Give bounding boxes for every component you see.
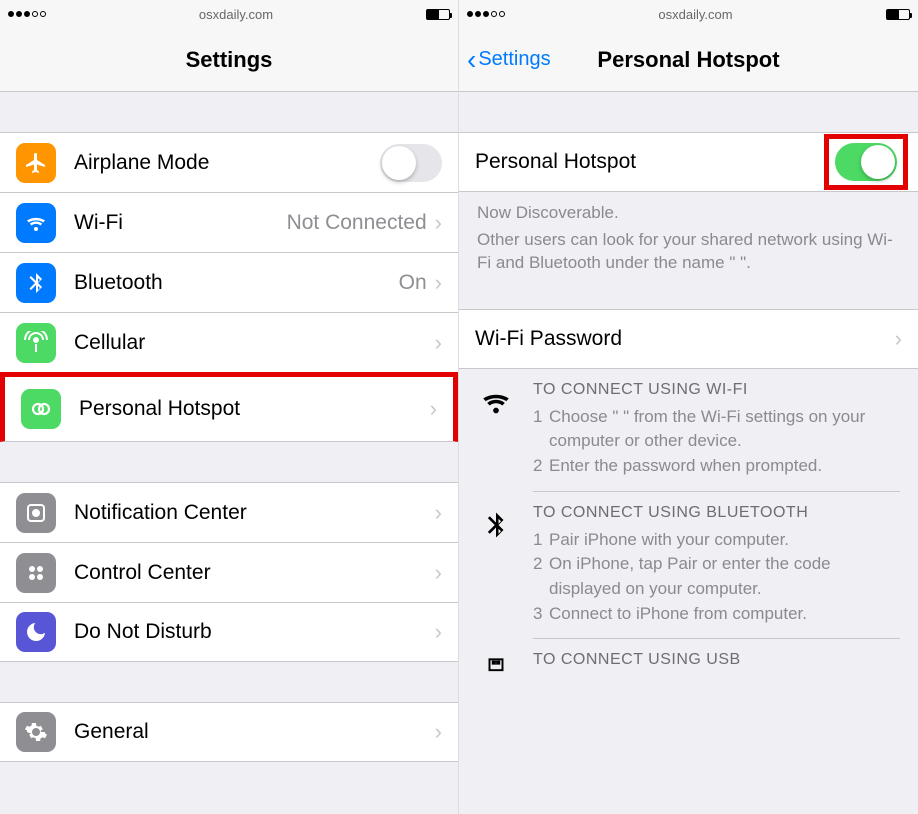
nav-bar: ‹ Settings Personal Hotspot xyxy=(459,28,918,92)
row-label: Cellular xyxy=(74,331,435,355)
row-label: Personal Hotspot xyxy=(475,150,824,174)
row-label: Notification Center xyxy=(74,501,435,525)
chevron-right-icon: › xyxy=(435,330,442,356)
row-label: Airplane Mode xyxy=(74,151,380,175)
chevron-right-icon: › xyxy=(435,270,442,296)
wifi-icon xyxy=(16,203,56,243)
phone-right-hotspot: osxdaily.com ‹ Settings Personal Hotspot… xyxy=(459,0,918,814)
row-label: Control Center xyxy=(74,561,435,585)
gear-icon xyxy=(16,712,56,752)
signal-indicator xyxy=(8,11,46,17)
instr-title: TO CONNECT USING WI-FI xyxy=(533,381,900,399)
battery-icon xyxy=(426,9,450,20)
chevron-right-icon: › xyxy=(435,210,442,236)
row-label: Personal Hotspot xyxy=(79,397,430,421)
chevron-right-icon: › xyxy=(435,560,442,586)
signal-indicator xyxy=(467,11,505,17)
row-do-not-disturb[interactable]: Do Not Disturb › xyxy=(0,602,458,662)
bluetooth-icon xyxy=(477,504,515,627)
control-center-icon xyxy=(16,553,56,593)
battery-icon xyxy=(886,9,910,20)
phone-left-settings: osxdaily.com Settings Airplane Mode Wi-F… xyxy=(0,0,459,814)
airplane-icon xyxy=(16,143,56,183)
instr-title: TO CONNECT USING BLUETOOTH xyxy=(533,504,900,522)
row-airplane-mode[interactable]: Airplane Mode xyxy=(0,132,458,192)
row-cellular[interactable]: Cellular › xyxy=(0,312,458,372)
chevron-right-icon: › xyxy=(895,326,902,352)
status-bar: osxdaily.com xyxy=(459,0,918,28)
row-label: Do Not Disturb xyxy=(74,620,435,644)
row-control-center[interactable]: Control Center › xyxy=(0,542,458,602)
discoverable-text: Now Discoverable. Other users can look f… xyxy=(459,192,918,279)
chevron-right-icon: › xyxy=(435,719,442,745)
back-button[interactable]: ‹ Settings xyxy=(467,46,551,74)
row-general[interactable]: General › xyxy=(0,702,458,762)
row-personal-hotspot[interactable]: Personal Hotspot › xyxy=(0,372,458,442)
chevron-right-icon: › xyxy=(435,500,442,526)
cellular-icon xyxy=(16,323,56,363)
row-wifi[interactable]: Wi-Fi Not Connected › xyxy=(0,192,458,252)
row-bluetooth[interactable]: Bluetooth On › xyxy=(0,252,458,312)
chevron-right-icon: › xyxy=(435,619,442,645)
status-url: osxdaily.com xyxy=(199,7,273,22)
page-title: Personal Hotspot xyxy=(597,47,779,73)
back-label: Settings xyxy=(478,48,550,71)
instructions-usb: TO CONNECT USING USB xyxy=(459,639,918,681)
settings-list[interactable]: Airplane Mode Wi-Fi Not Connected › Blue… xyxy=(0,92,458,814)
row-label: Wi-Fi Password xyxy=(475,327,895,351)
status-url: osxdaily.com xyxy=(658,7,732,22)
nav-bar: Settings xyxy=(0,28,458,92)
dnd-icon xyxy=(16,612,56,652)
row-label: Wi-Fi xyxy=(74,211,287,235)
instructions-wifi: TO CONNECT USING WI-FI 1Choose " " from … xyxy=(459,369,918,491)
page-title: Settings xyxy=(186,47,273,73)
row-detail: On xyxy=(399,271,427,295)
hotspot-icon xyxy=(21,389,61,429)
hotspot-toggle[interactable] xyxy=(835,143,897,181)
usb-icon xyxy=(477,651,515,681)
airplane-toggle[interactable] xyxy=(380,144,442,182)
row-label: General xyxy=(74,720,435,744)
instructions-bluetooth: TO CONNECT USING BLUETOOTH 1Pair iPhone … xyxy=(459,492,918,639)
row-wifi-password[interactable]: Wi-Fi Password › xyxy=(459,309,918,369)
row-notification-center[interactable]: Notification Center › xyxy=(0,482,458,542)
instr-title: TO CONNECT USING USB xyxy=(533,651,900,669)
row-detail: Not Connected xyxy=(287,211,427,235)
chevron-right-icon: › xyxy=(430,396,437,422)
chevron-left-icon: ‹ xyxy=(467,46,476,74)
status-bar: osxdaily.com xyxy=(0,0,458,28)
row-hotspot-toggle[interactable]: Personal Hotspot xyxy=(459,132,918,192)
notification-icon xyxy=(16,493,56,533)
bluetooth-icon xyxy=(16,263,56,303)
row-label: Bluetooth xyxy=(74,271,399,295)
wifi-icon xyxy=(477,381,515,479)
hotspot-content[interactable]: Personal Hotspot Now Discoverable. Other… xyxy=(459,92,918,814)
